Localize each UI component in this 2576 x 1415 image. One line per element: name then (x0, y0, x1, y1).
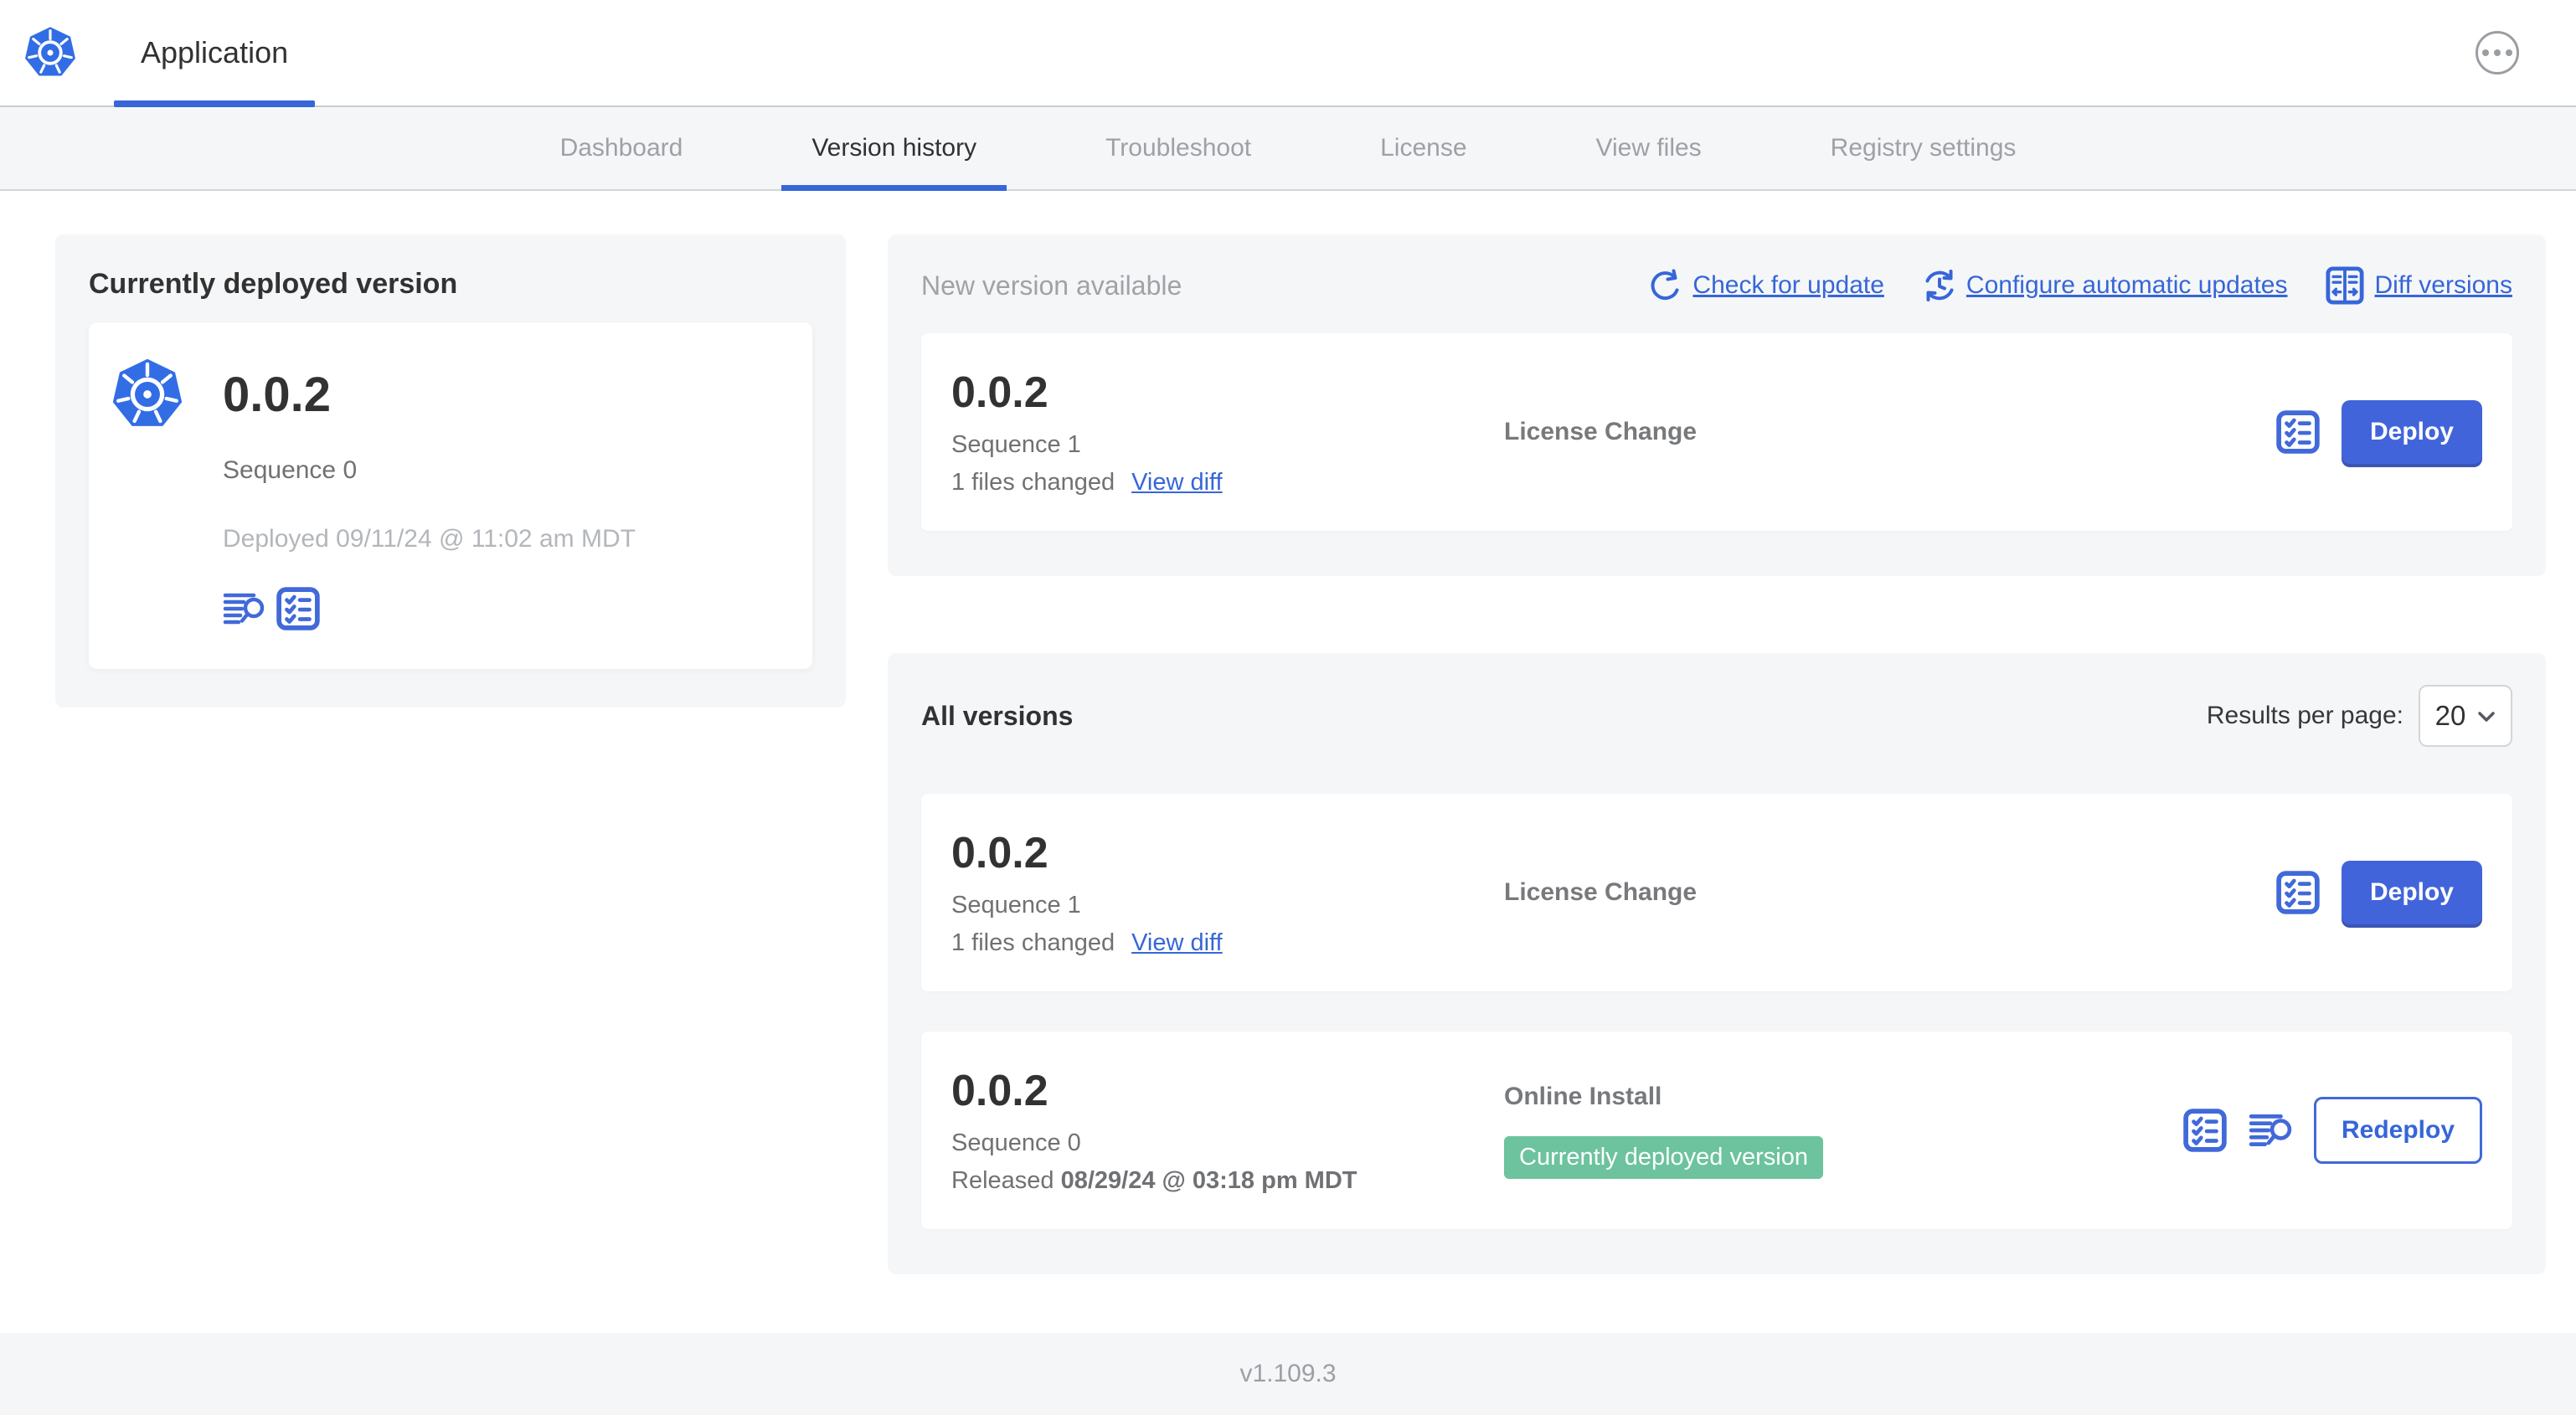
version-number: 0.0.2 (951, 368, 1048, 417)
checklist-icon (2276, 410, 2320, 454)
diff-versions-link[interactable]: Diff versions (2326, 266, 2512, 305)
all-versions-panel: All versions Results per page: 20 0.0.2 … (888, 653, 2546, 1274)
new-version-title: New version available (921, 270, 1182, 301)
view-logs-button[interactable] (2249, 1110, 2292, 1150)
checklist-icon (2183, 1109, 2227, 1152)
currently-deployed-card: 0.0.2 Sequence 0 Deployed 09/11/24 @ 11:… (89, 322, 812, 669)
tab-license[interactable]: License (1350, 107, 1497, 189)
results-per-page-select[interactable]: 20 (2419, 685, 2512, 747)
app-title-tab[interactable]: Application (114, 0, 316, 107)
app-tab-underline (114, 100, 316, 107)
deploy-button[interactable]: Deploy (2341, 400, 2482, 464)
new-version-card: 0.0.2 Sequence 1 1 files changed View di… (921, 333, 2512, 531)
preflight-checks-button[interactable] (276, 587, 320, 630)
logs-icon (223, 589, 265, 628)
current-deployed-timestamp: Deployed 09/11/24 @ 11:02 am MDT (223, 525, 636, 553)
logs-icon (2249, 1110, 2292, 1150)
currently-deployed-panel: Currently deployed version 0.0.2 Sequenc… (55, 234, 846, 708)
app-title: Application (141, 35, 289, 69)
chevron-down-icon (2478, 712, 2496, 722)
version-sequence: Sequence 1 (951, 892, 1081, 918)
view-diff-link[interactable]: View diff (1131, 469, 1223, 497)
active-tab-underline (781, 185, 1007, 191)
version-row: 0.0.2 Sequence 0 Released 08/29/24 @ 03:… (921, 1032, 2512, 1229)
version-number: 0.0.2 (951, 1067, 1048, 1115)
kubernetes-icon (23, 26, 77, 78)
main-content: Currently deployed version 0.0.2 Sequenc… (0, 191, 2576, 1333)
app-logo (0, 0, 77, 105)
version-source: License Change (1504, 878, 1698, 906)
more-options-button[interactable] (2476, 31, 2519, 75)
tab-dashboard[interactable]: Dashboard (530, 107, 714, 189)
released-date: 08/29/24 @ 03:18 pm MDT (1060, 1167, 1358, 1194)
tab-registry-settings[interactable]: Registry settings (1801, 107, 2047, 189)
diff-icon (2326, 266, 2364, 305)
version-source: Online Install (1504, 1082, 1662, 1110)
version-sequence: Sequence 0 (951, 1129, 1081, 1156)
app-header: Application (0, 0, 2576, 107)
configure-automatic-updates-link[interactable]: Configure automatic updates (1923, 269, 2287, 302)
new-version-panel: New version available Check for update C… (888, 234, 2546, 576)
ellipsis-icon (2482, 49, 2489, 56)
tab-troubleshoot[interactable]: Troubleshoot (1075, 107, 1281, 189)
view-logs-button[interactable] (223, 589, 265, 628)
preflight-checks-button[interactable] (2276, 871, 2320, 914)
version-source: License Change (1504, 418, 1698, 445)
nav-tab-bar: Dashboard Version history Troubleshoot L… (0, 107, 2576, 191)
deploy-button[interactable]: Deploy (2341, 861, 2482, 924)
check-for-update-link[interactable]: Check for update (1649, 269, 1884, 302)
view-diff-link[interactable]: View diff (1131, 929, 1223, 957)
preflight-checks-button[interactable] (2183, 1109, 2227, 1152)
files-changed: 1 files changed (951, 929, 1115, 956)
current-sequence: Sequence 0 (223, 456, 358, 484)
files-changed: 1 files changed (951, 469, 1115, 496)
version-sequence: Sequence 1 (951, 431, 1081, 458)
version-row: 0.0.2 Sequence 1 1 files changed View di… (921, 794, 2512, 991)
checklist-icon (2276, 871, 2320, 914)
redeploy-button[interactable]: Redeploy (2313, 1097, 2482, 1164)
version-released: Released 08/29/24 @ 03:18 pm MDT (951, 1167, 1358, 1194)
currently-deployed-title: Currently deployed version (89, 268, 458, 300)
checklist-icon (276, 587, 320, 630)
app-footer: v1.109.3 (0, 1333, 2576, 1415)
kubernetes-icon (111, 358, 184, 431)
tab-version-history[interactable]: Version history (781, 107, 1007, 191)
refresh-icon (1651, 269, 1679, 301)
current-version-number: 0.0.2 (223, 367, 331, 422)
console-version: v1.109.3 (1239, 1360, 1337, 1387)
schedule-update-icon (1925, 270, 1954, 301)
all-versions-title: All versions (921, 700, 1074, 731)
preflight-checks-button[interactable] (2276, 410, 2320, 454)
tab-view-files[interactable]: View files (1566, 107, 1732, 189)
currently-deployed-badge: Currently deployed version (1504, 1135, 1823, 1179)
version-number: 0.0.2 (951, 829, 1048, 877)
results-per-page-label: Results per page: (2206, 702, 2403, 729)
